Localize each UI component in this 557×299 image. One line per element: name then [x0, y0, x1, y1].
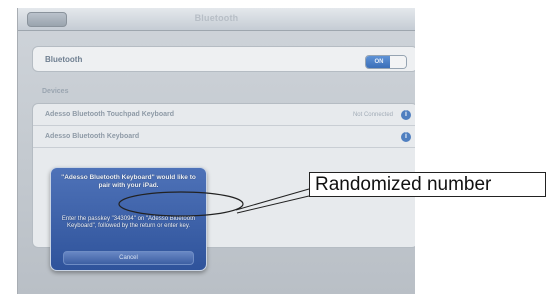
pairing-alert: "Adesso Bluetooth Keyboard" would like t… [50, 167, 207, 271]
info-circle-icon[interactable]: i [401, 110, 411, 120]
navigation-bar: Bluetooth [18, 8, 415, 31]
bluetooth-row: Bluetooth ON [33, 49, 415, 71]
toggle-knob [390, 56, 406, 68]
device-status: Not Connected [352, 112, 393, 118]
alert-title: "Adesso Bluetooth Keyboard" would like t… [61, 174, 196, 189]
info-circle-icon[interactable]: i [401, 132, 411, 142]
bluetooth-group: Bluetooth ON [32, 46, 415, 72]
nav-title: Bluetooth [194, 13, 239, 23]
alert-message: Enter the passkey "343094" on "Adesso Bl… [61, 216, 196, 229]
devices-section-label: Devices [42, 88, 69, 95]
device-name: Adesso Bluetooth Touchpad Keyboard [45, 111, 174, 118]
bluetooth-toggle[interactable]: ON [365, 55, 407, 69]
annotation-label: Randomized number [309, 172, 546, 197]
device-row[interactable]: Adesso Bluetooth Keyboard i [33, 126, 415, 148]
bluetooth-label: Bluetooth [45, 55, 83, 64]
toggle-on-label: ON [366, 56, 392, 68]
cancel-button[interactable]: Cancel [63, 251, 194, 265]
device-row[interactable]: Adesso Bluetooth Touchpad Keyboard Not C… [33, 104, 415, 126]
device-name: Adesso Bluetooth Keyboard [45, 133, 140, 140]
